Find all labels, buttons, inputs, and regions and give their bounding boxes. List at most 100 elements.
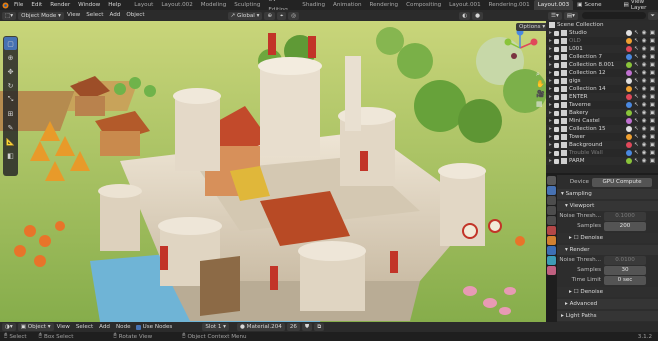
view-layer-tab-icon[interactable] <box>547 206 556 215</box>
workspace-tab[interactable]: Rendering <box>366 0 403 10</box>
new-material-icon[interactable]: ⧉ <box>314 323 325 331</box>
exclude-checkbox[interactable] <box>554 142 559 148</box>
exclude-checkbox[interactable] <box>554 86 559 92</box>
visibility-eye-icon[interactable]: ◉ <box>642 101 647 109</box>
menu-render[interactable]: Render <box>46 0 74 10</box>
render-camera-icon[interactable]: ▣ <box>650 53 655 61</box>
selectable-icon[interactable]: ↖ <box>634 149 639 157</box>
scene-icon[interactable]: ▣ <box>577 2 582 8</box>
pivot-icon[interactable]: ⊕ <box>264 11 276 20</box>
rotate-tool-icon[interactable]: ↻ <box>4 79 17 92</box>
node-menu-add[interactable]: Add <box>96 322 113 332</box>
render-camera-icon[interactable]: ▣ <box>650 61 655 69</box>
viewport-menu-select[interactable]: Select <box>83 10 106 21</box>
selectable-icon[interactable]: ↖ <box>634 29 639 37</box>
outliner-item[interactable]: ▸ Taverne ↖ ◉ ▣ <box>546 101 658 109</box>
render-denoise-subsection[interactable]: ▸ ☐ Denoise <box>557 287 658 297</box>
render-tab-icon[interactable] <box>547 186 556 195</box>
workspace-tab[interactable]: Modeling <box>197 0 230 10</box>
outliner-item[interactable]: ▸ Collection 7 ↖ ◉ ▣ <box>546 53 658 61</box>
workspace-tab[interactable]: Layout <box>130 0 157 10</box>
visibility-eye-icon[interactable]: ◉ <box>642 133 647 141</box>
visibility-eye-icon[interactable]: ◉ <box>642 45 647 53</box>
render-camera-icon[interactable]: ▣ <box>650 157 655 165</box>
outliner-item[interactable]: ▸ L001 ↖ ◉ ▣ <box>546 45 658 53</box>
visibility-eye-icon[interactable]: ◉ <box>642 53 647 61</box>
add-cube-tool-icon[interactable]: ◧ <box>4 149 17 162</box>
outliner-item[interactable]: ▸ OLD ↖ ◉ ▣ <box>546 37 658 45</box>
render-noise-field[interactable]: 0.0100 <box>604 256 646 265</box>
shading-icon[interactable]: ● <box>472 11 483 20</box>
camera-view-icon[interactable]: 🎥 <box>536 90 545 100</box>
time-limit-field[interactable]: 0 sec <box>604 276 646 285</box>
render-camera-icon[interactable]: ▣ <box>650 45 655 53</box>
render-camera-icon[interactable]: ▣ <box>650 125 655 133</box>
editor-type-icon[interactable]: ⬚▾ <box>2 11 17 20</box>
workspace-tab-active[interactable]: Layout.003 <box>533 0 574 10</box>
selectable-icon[interactable]: ↖ <box>634 37 639 45</box>
advanced-subsection[interactable]: ▸ Advanced <box>557 299 658 309</box>
node-menu-node[interactable]: Node <box>113 322 134 332</box>
viewport-menu-view[interactable]: View <box>64 10 83 21</box>
workspace-tab[interactable]: Sculpting <box>230 0 264 10</box>
render-subsection[interactable]: ▾ Render <box>557 245 658 255</box>
outliner-item[interactable]: ▸ Studio ↖ ◉ ▣ <box>546 29 658 37</box>
snap-icon[interactable]: ⌖ <box>277 11 287 20</box>
selectable-icon[interactable]: ↖ <box>634 69 639 77</box>
selectable-icon[interactable]: ↖ <box>634 45 639 53</box>
filter-icon[interactable]: ⏷ <box>647 11 658 20</box>
node-menu-select[interactable]: Select <box>73 322 96 332</box>
workspace-tab[interactable]: Layout.002 <box>157 0 196 10</box>
exclude-checkbox[interactable] <box>554 110 559 116</box>
sampling-section[interactable]: ▾ Sampling <box>557 189 658 199</box>
zoom-icon[interactable]: ⌕ <box>536 70 545 80</box>
pan-icon[interactable]: ✋ <box>536 80 545 90</box>
outliner-search-input[interactable] <box>581 12 646 19</box>
visibility-eye-icon[interactable]: ◉ <box>642 117 647 125</box>
visibility-eye-icon[interactable]: ◉ <box>642 37 647 45</box>
selectable-icon[interactable]: ↖ <box>634 117 639 125</box>
selectable-icon[interactable]: ↖ <box>634 141 639 149</box>
node-menu-view[interactable]: View <box>54 322 73 332</box>
visibility-eye-icon[interactable]: ◉ <box>642 157 647 165</box>
transform-tool-icon[interactable]: ⊞ <box>4 107 17 120</box>
cursor-tool-icon[interactable]: ⊕ <box>4 51 17 64</box>
exclude-checkbox[interactable] <box>554 38 559 44</box>
selectable-icon[interactable]: ↖ <box>634 157 639 165</box>
orientation-selector[interactable]: ↗ Global ▾ <box>227 11 263 20</box>
move-tool-icon[interactable]: ✥ <box>4 65 17 78</box>
exclude-checkbox[interactable] <box>554 150 559 156</box>
fake-user-icon[interactable]: ⛊ <box>301 323 313 331</box>
viewport-denoise-subsection[interactable]: ▸ ☐ Denoise <box>557 233 658 243</box>
selectable-icon[interactable]: ↖ <box>634 61 639 69</box>
navigation-gizmo[interactable] <box>500 28 540 68</box>
viewport-menu-add[interactable]: Add <box>106 10 123 21</box>
physics-tab-icon[interactable] <box>547 256 556 265</box>
menu-window[interactable]: Window <box>74 0 104 10</box>
scene-tab-icon[interactable] <box>547 216 556 225</box>
menu-help[interactable]: Help <box>104 0 125 10</box>
outliner-item[interactable]: ▸ Tower ↖ ◉ ▣ <box>546 133 658 141</box>
shader-type-selector[interactable]: ▣ Object ▾ <box>17 323 54 331</box>
exclude-checkbox[interactable] <box>554 118 559 124</box>
menu-file[interactable]: File <box>10 0 27 10</box>
outliner-item[interactable]: ▸ Background ↖ ◉ ▣ <box>546 141 658 149</box>
render-camera-icon[interactable]: ▣ <box>650 85 655 93</box>
world-tab-icon[interactable] <box>547 226 556 235</box>
render-camera-icon[interactable]: ▣ <box>650 29 655 37</box>
outliner-item[interactable]: ▸ Collection 8.001 ↖ ◉ ▣ <box>546 61 658 69</box>
selectable-icon[interactable]: ↖ <box>634 77 639 85</box>
render-camera-icon[interactable]: ▣ <box>650 117 655 125</box>
exclude-checkbox[interactable] <box>554 62 559 68</box>
outliner-item[interactable]: ▸ Mini Castel ↖ ◉ ▣ <box>546 117 658 125</box>
material-users-count[interactable]: 26 <box>286 323 300 331</box>
view-layer-icon[interactable]: ▤ <box>624 2 629 8</box>
3d-viewport[interactable] <box>0 21 546 322</box>
exclude-checkbox[interactable] <box>554 94 559 100</box>
visibility-eye-icon[interactable]: ◉ <box>642 77 647 85</box>
viewport-subsection[interactable]: ▾ Viewport <box>557 201 658 211</box>
exclude-checkbox[interactable] <box>554 30 559 36</box>
outliner-item[interactable]: ▸ Trouble Wall ↖ ◉ ▣ <box>546 149 658 157</box>
proportional-edit-icon[interactable]: ◎ <box>288 11 300 20</box>
exclude-checkbox[interactable] <box>554 70 559 76</box>
